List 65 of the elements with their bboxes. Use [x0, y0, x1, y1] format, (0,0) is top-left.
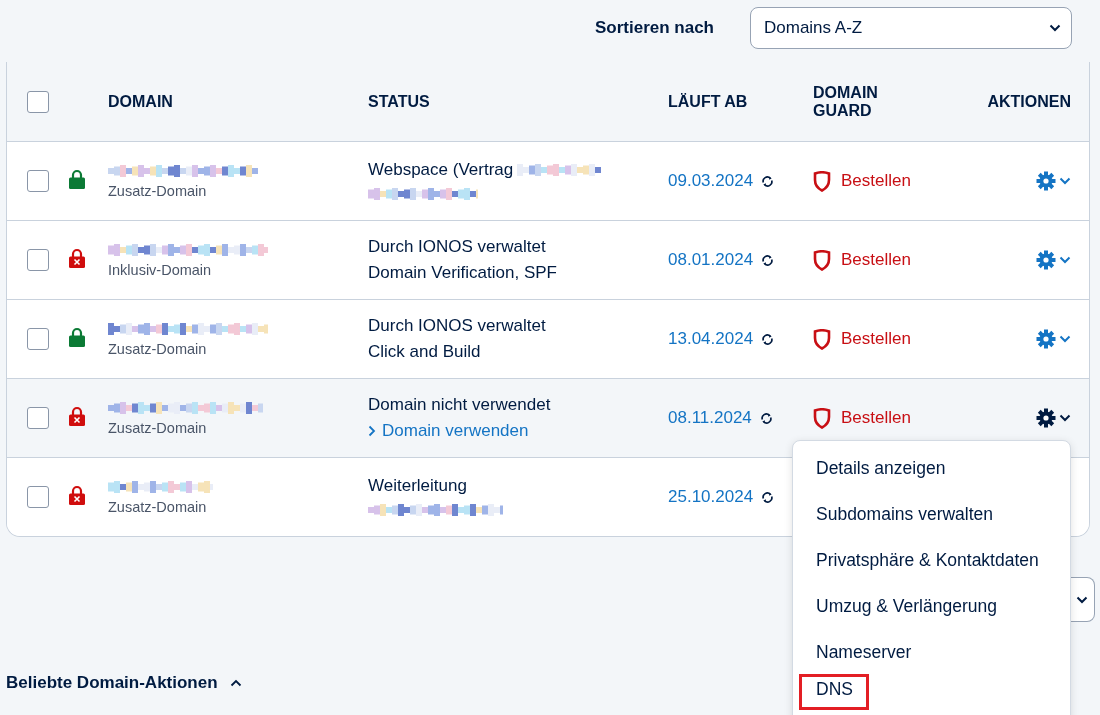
- shield-icon: [813, 328, 831, 350]
- status-text: Webspace (Vertrag: [368, 160, 514, 180]
- chevron-down-icon: [1059, 414, 1071, 422]
- renew-icon: [759, 411, 773, 425]
- menu-item[interactable]: Umzug & Verlängerung: [810, 583, 1003, 629]
- select-all-checkbox[interactable]: [27, 90, 49, 113]
- column-header: DOMAIN GUARD: [813, 83, 879, 120]
- settings-icon: [1036, 171, 1056, 191]
- expiry-date: 25.10.2024: [668, 487, 754, 507]
- row-checkbox[interactable]: [27, 249, 49, 271]
- chevron-right-icon: [368, 425, 376, 437]
- row-checkbox[interactable]: [27, 328, 49, 350]
- renew-icon: [761, 490, 775, 504]
- section-title: Beliebte Domain-Aktionen: [6, 673, 218, 693]
- chevron-down-icon: [1076, 595, 1088, 604]
- chevron-down-icon: [1059, 256, 1071, 264]
- use-domain-link[interactable]: Domain verwenden: [368, 421, 668, 441]
- domain-type: Zusatz-Domain: [108, 499, 208, 515]
- domain-type: Inklusiv-Domain: [108, 262, 213, 278]
- menu-item[interactable]: Privatsphäre & Kontaktdaten: [810, 537, 1045, 583]
- expiry-date: 08.11.2024: [668, 408, 752, 428]
- status-text: Click and Build: [368, 342, 481, 362]
- chevron-down-icon: [1059, 335, 1071, 343]
- shield-icon: [813, 407, 831, 429]
- shield-icon: [813, 249, 831, 271]
- chevron-down-icon: [1049, 24, 1061, 32]
- status-text: Domain Verification, SPF: [368, 263, 557, 283]
- expiry-date: 13.04.2024: [668, 329, 754, 349]
- renew-icon: [761, 174, 775, 188]
- domain-type: Zusatz-Domain: [108, 183, 208, 199]
- sort-label: Sortieren nach: [594, 18, 714, 38]
- shield-icon: [813, 170, 831, 192]
- column-header: AKTIONEN: [987, 92, 1071, 111]
- domain-type: Zusatz-Domain: [108, 341, 208, 357]
- row-checkbox[interactable]: [27, 407, 49, 429]
- renew-icon: [761, 332, 775, 346]
- column-header: STATUS: [368, 92, 431, 111]
- settings-icon: [1036, 250, 1056, 270]
- menu-item[interactable]: DNS: [799, 674, 869, 710]
- actions-button[interactable]: [1036, 408, 1071, 428]
- order-guard-link[interactable]: Bestellen: [813, 249, 973, 271]
- column-header: LÄUFT AB: [668, 92, 749, 111]
- status-text: Durch IONOS verwaltet: [368, 237, 546, 257]
- chevron-up-icon[interactable]: [229, 679, 242, 687]
- renew-icon: [761, 253, 775, 267]
- chevron-down-icon: [1059, 177, 1071, 185]
- menu-item[interactable]: Details anzeigen: [810, 445, 952, 491]
- row-checkbox[interactable]: [27, 486, 49, 508]
- expiry-date: 08.01.2024: [668, 250, 754, 270]
- expiry-date: 09.03.2024: [668, 171, 754, 191]
- order-guard-link[interactable]: Bestellen: [813, 170, 973, 192]
- order-guard-link[interactable]: Bestellen: [813, 328, 973, 350]
- column-header: DOMAIN: [108, 92, 174, 111]
- settings-icon: [1036, 408, 1056, 428]
- row-checkbox[interactable]: [27, 170, 49, 192]
- menu-item[interactable]: Subdomains verwalten: [810, 491, 1000, 537]
- order-guard-link[interactable]: Bestellen: [813, 407, 973, 429]
- status-text: Durch IONOS verwaltet: [368, 316, 546, 336]
- settings-icon: [1036, 329, 1056, 349]
- domain-type: Zusatz-Domain: [108, 420, 208, 436]
- menu-item[interactable]: Nameserver: [810, 629, 918, 675]
- status-text: Weiterleitung: [368, 476, 467, 496]
- sort-select[interactable]: Domains A-Z: [750, 7, 1072, 49]
- status-text: Domain nicht verwendet: [368, 395, 551, 415]
- partial-select[interactable]: [1070, 577, 1095, 622]
